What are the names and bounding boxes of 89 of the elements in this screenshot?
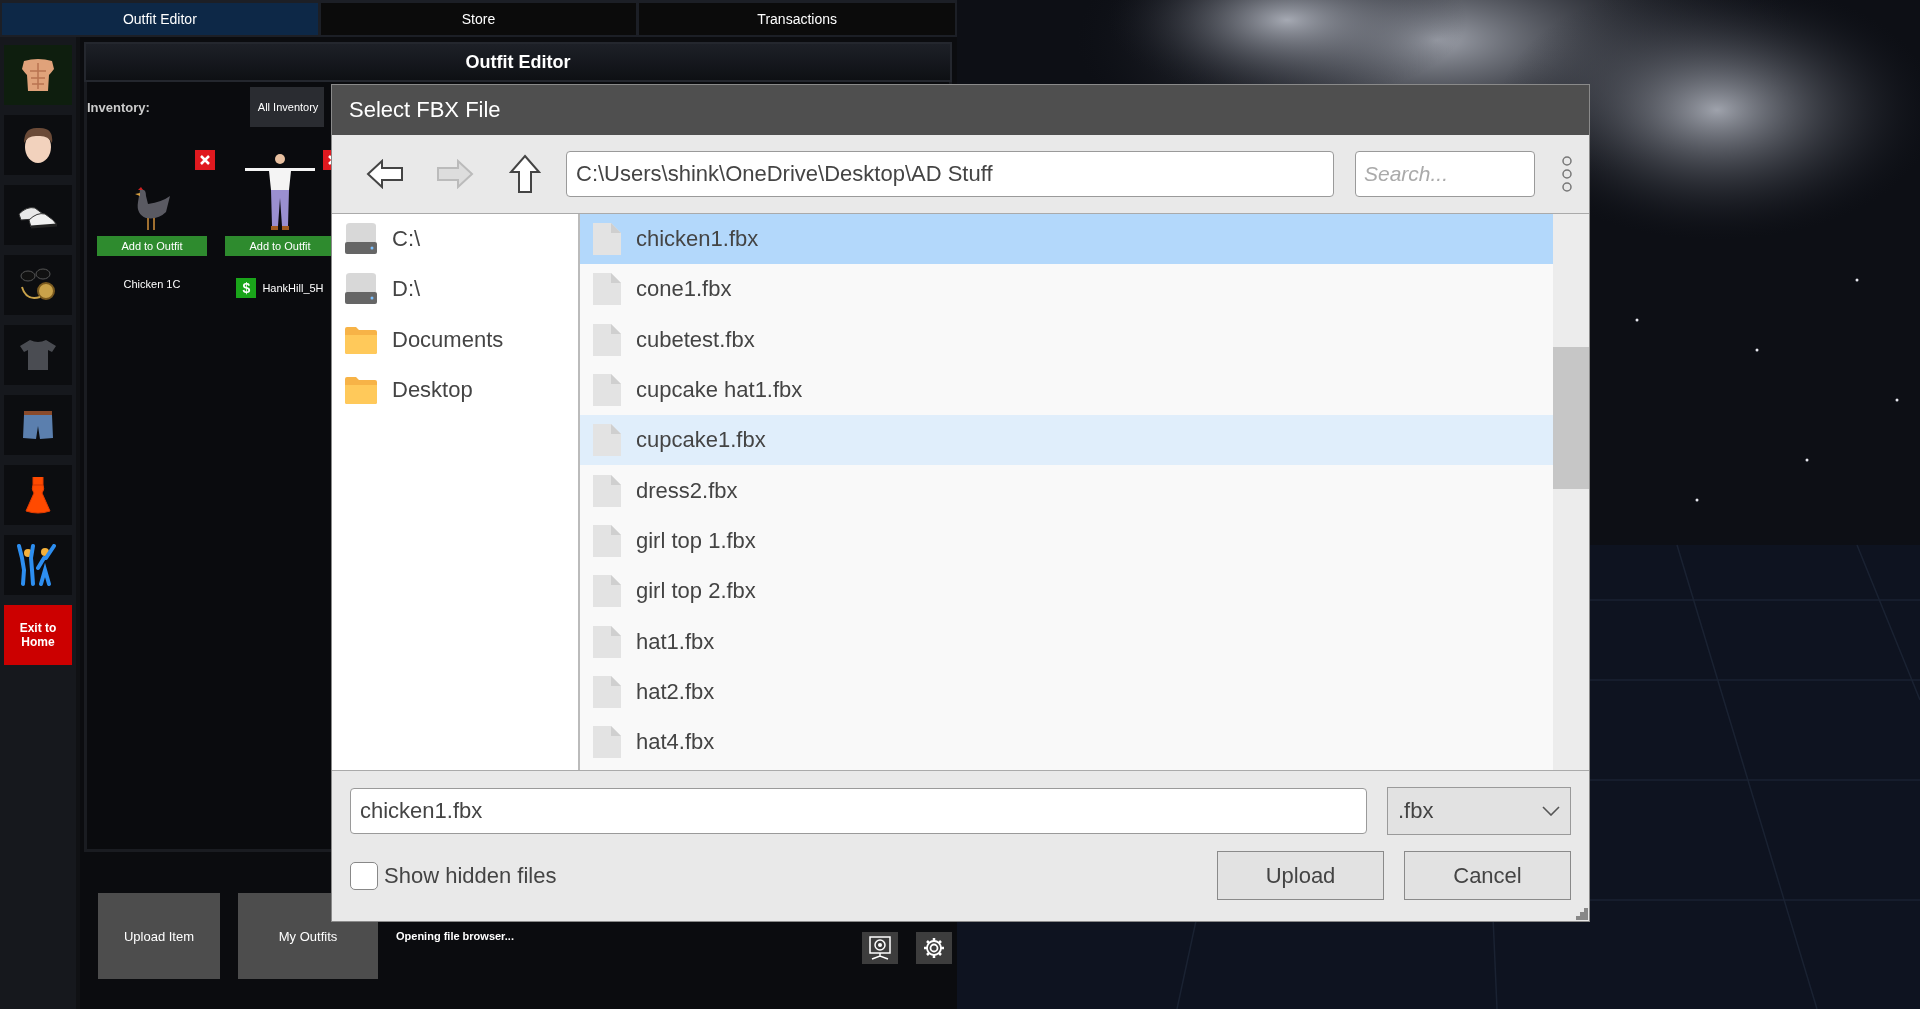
file-icon (592, 674, 622, 709)
category-button[interactable] (4, 45, 72, 105)
file-row[interactable]: hat1.fbx (580, 616, 1553, 667)
left-arrow-icon (366, 159, 404, 189)
dialog-button[interactable]: Upload (1217, 851, 1384, 900)
file-name: hat4.fbx (636, 729, 715, 756)
place-item[interactable]: Documents (332, 314, 578, 365)
file-name: hat2.fbx (636, 678, 715, 705)
file-name: cupcake1.fbx (636, 427, 766, 454)
settings-button[interactable] (916, 932, 952, 964)
checkbox[interactable] (350, 861, 378, 890)
file-row[interactable]: chicken1.fbx (580, 214, 1553, 265)
t-shirt-icon (18, 338, 58, 372)
dress-icon (23, 475, 53, 515)
file-icon (592, 272, 622, 307)
category-button[interactable] (4, 535, 72, 595)
more-options-icon[interactable] (1560, 156, 1574, 192)
file-row[interactable]: hat4.fbx (580, 716, 1553, 768)
file-icon (592, 322, 622, 357)
status-text: Opening file browser... (396, 930, 514, 942)
file-icon (592, 523, 622, 558)
drive-icon (344, 272, 378, 307)
place-item[interactable]: D:\ (332, 264, 578, 315)
file-row[interactable]: hat2.fbx (580, 666, 1553, 717)
file-row[interactable]: cubetest.fbx (580, 314, 1553, 365)
category-button[interactable] (4, 255, 72, 315)
dialog-title: Select FBX File (332, 85, 1589, 135)
resize-grip-icon[interactable] (1576, 908, 1588, 920)
file-row[interactable]: girl top 1.fbx (580, 515, 1553, 567)
folder-icon (344, 375, 378, 406)
file-row[interactable]: cone1.fbx (580, 264, 1553, 315)
place-label: Documents (392, 326, 504, 353)
file-icon (592, 473, 622, 508)
file-icon (592, 423, 622, 458)
place-item[interactable]: C:\ (332, 214, 578, 265)
camera-button[interactable] (862, 932, 898, 964)
scrollbar-thumb[interactable] (1553, 347, 1589, 489)
file-row[interactable]: dress2.fbx (580, 465, 1553, 516)
accessories-icon (18, 267, 58, 303)
file-name: cone1.fbx (636, 276, 732, 303)
folder-icon (344, 324, 378, 355)
path-field[interactable]: C:\Users\shink\OneDrive\Desktop\AD Stuff (566, 151, 1334, 197)
drive-icon (344, 222, 378, 257)
up-arrow-icon (509, 154, 541, 194)
panel-title: Outfit Editor (84, 42, 952, 82)
shorts-icon (21, 408, 55, 442)
place-item[interactable]: Desktop (332, 364, 578, 416)
place-label: Desktop (392, 377, 473, 404)
tab[interactable]: Outfit Editor (2, 3, 318, 35)
right-arrow-icon (436, 159, 474, 189)
chevron-down-icon (1542, 806, 1560, 816)
file-name: chicken1.fbx (636, 226, 759, 253)
camera-icon (867, 935, 893, 961)
file-row[interactable]: girl top 2.fbx (580, 566, 1553, 617)
tab[interactable]: Store (320, 3, 637, 35)
file-row[interactable]: cupcake1.fbx (580, 415, 1553, 466)
item-name: HankHill_5H (262, 282, 324, 294)
file-icon (592, 574, 622, 609)
tab[interactable]: Transactions (639, 3, 955, 35)
inventory-label: Inventory: (87, 99, 150, 115)
filename-field[interactable]: chicken1.fbx (350, 788, 1367, 834)
category-button[interactable] (4, 465, 72, 525)
file-icon (592, 373, 622, 408)
file-type-dropdown[interactable]: .fbx (1387, 787, 1571, 835)
inventory-dropdown[interactable]: All Inventory (249, 87, 325, 127)
price-badge: $ (236, 278, 257, 298)
place-label: D:\ (392, 276, 421, 303)
search-field[interactable]: Search... (1355, 151, 1535, 197)
item-name: Chicken 1C (123, 278, 181, 290)
category-button[interactable] (4, 115, 72, 175)
file-row[interactable]: cupcake hat1.fbx (580, 364, 1553, 416)
gear-icon (922, 936, 946, 960)
file-name: girl top 2.fbx (636, 578, 756, 605)
file-name: cubetest.fbx (636, 326, 755, 353)
file-name: hat1.fbx (636, 628, 715, 655)
place-label: C:\ (392, 226, 421, 253)
file-icon (592, 222, 622, 257)
file-name: cupcake hat1.fbx (636, 377, 803, 404)
checkbox-label: Show hidden files (384, 862, 557, 889)
add-to-outfit-button[interactable]: Add to Outfit (97, 236, 207, 256)
action-button[interactable]: Upload Item (98, 893, 220, 979)
remove-icon[interactable] (195, 150, 215, 170)
file-icon (592, 624, 622, 659)
file-icon (592, 725, 622, 760)
exit-button[interactable]: Exit to Home (4, 605, 72, 665)
file-name: dress2.fbx (636, 477, 738, 504)
file-name: girl top 1.fbx (636, 527, 756, 554)
category-button[interactable] (4, 185, 72, 245)
dialog-button[interactable]: Cancel (1404, 851, 1571, 900)
